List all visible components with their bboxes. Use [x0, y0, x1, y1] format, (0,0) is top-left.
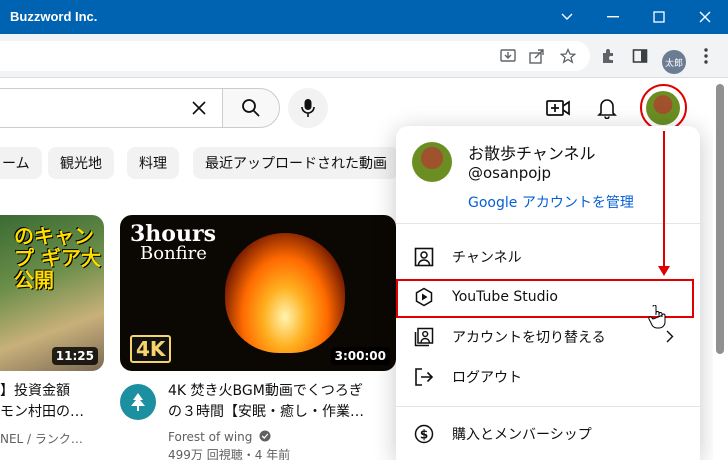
- divider: [396, 223, 700, 224]
- install-app-icon[interactable]: [494, 42, 522, 70]
- side-panel-icon[interactable]: [626, 42, 654, 70]
- chip-filter[interactable]: 最近アップロードされた動画: [193, 147, 399, 179]
- logout-icon: [412, 365, 436, 389]
- menu-avatar: [412, 142, 452, 182]
- menu-item-logout[interactable]: ログアウト: [396, 357, 700, 397]
- hand-cursor-icon: [648, 304, 666, 333]
- create-video-button[interactable]: [544, 94, 572, 122]
- channel-name-text: Forest of wing: [168, 430, 253, 444]
- video-title-line: モン村田の…: [0, 404, 84, 420]
- svg-text:$: $: [420, 428, 428, 442]
- maximize-button[interactable]: [636, 0, 682, 34]
- chip-filter[interactable]: 料理: [127, 147, 179, 179]
- page-scrollbar[interactable]: [713, 80, 728, 460]
- channel-name[interactable]: NEL / ランク…: [0, 430, 83, 448]
- bell-icon: [597, 99, 617, 119]
- channel-handle: @osanpojp: [468, 164, 552, 182]
- minimize-button[interactable]: [590, 0, 636, 34]
- menu-item-label: 購入とメンバーシップ: [452, 427, 592, 443]
- extensions-icon[interactable]: [594, 42, 622, 70]
- video-thumbnail[interactable]: 3hours Bonfire 4K 3:00:00: [120, 215, 396, 371]
- browser-menu-icon[interactable]: [692, 42, 720, 70]
- chevron-down-icon[interactable]: [544, 0, 590, 34]
- bookmark-star-icon[interactable]: [554, 42, 582, 70]
- menu-item-label: チャンネル: [452, 250, 522, 266]
- menu-item-label: ログアウト: [452, 370, 522, 386]
- video-title-line: 4K 焚き火BGM動画でくつろぎ: [168, 383, 363, 399]
- video-duration: 11:25: [51, 347, 98, 365]
- menu-item-purchases[interactable]: $ 購入とメンバーシップ: [396, 414, 700, 454]
- clear-search-icon[interactable]: [190, 99, 208, 121]
- menu-item-label: アカウントを切り替える: [452, 330, 606, 346]
- channel-display-name: お散歩チャンネル: [468, 144, 596, 163]
- voice-search-button[interactable]: [288, 88, 328, 128]
- scrollbar-thumb[interactable]: [716, 84, 724, 354]
- annotation-arrowhead: [658, 266, 670, 276]
- video-title[interactable]: 】投資金額 モン村田の…: [0, 381, 84, 423]
- video-title-line: の３時間【安眠・癒し・作業…: [168, 404, 364, 420]
- chevron-right-icon: [666, 328, 674, 347]
- search-icon: [242, 99, 260, 117]
- share-icon[interactable]: [523, 42, 551, 70]
- person-box-icon: [412, 245, 436, 269]
- thumbnail-subtitle: Bonfire: [140, 243, 207, 264]
- microphone-icon: [301, 99, 315, 117]
- dollar-icon: $: [412, 422, 436, 446]
- divider: [396, 406, 700, 407]
- annotation-arrow: [663, 131, 665, 269]
- thumbnail-caption: のキャンプ ギア大公開: [14, 224, 101, 292]
- browser-profile-avatar[interactable]: 太郎: [662, 50, 686, 74]
- video-title-line: 】投資金額: [0, 383, 70, 399]
- verified-icon: [259, 430, 271, 442]
- video-thumbnail[interactable]: のキャンプ ギア大公開 11:25: [0, 215, 104, 371]
- video-duration: 3:00:00: [330, 347, 390, 365]
- create-video-icon: [546, 100, 570, 116]
- switch-account-icon: [412, 325, 436, 349]
- notifications-button[interactable]: [593, 94, 621, 122]
- video-title[interactable]: 4K 焚き火BGM動画でくつろぎ の３時間【安眠・癒し・作業…: [168, 381, 388, 423]
- browser-toolbar: [0, 34, 728, 78]
- search-button[interactable]: [222, 88, 280, 128]
- video-stats: 499万 回視聴・4 年前: [168, 448, 291, 460]
- chip-filter[interactable]: ーム: [0, 147, 42, 179]
- window-title: Buzzword Inc.: [10, 9, 98, 24]
- annotation-circle: [640, 84, 687, 131]
- window-titlebar: Buzzword Inc.: [0, 0, 728, 34]
- manage-account-link[interactable]: Google アカウントを管理: [468, 192, 634, 212]
- 4k-badge: 4K: [130, 335, 172, 363]
- search-input[interactable]: [0, 88, 224, 128]
- chip-filter[interactable]: 観光地: [48, 147, 114, 179]
- tree-logo-icon: [131, 393, 145, 411]
- channel-avatar[interactable]: [120, 384, 156, 420]
- bonfire-image: [225, 233, 345, 353]
- close-button[interactable]: [682, 0, 728, 34]
- channel-name[interactable]: Forest of wing: [168, 428, 271, 446]
- menu-item-channel[interactable]: チャンネル: [396, 237, 700, 277]
